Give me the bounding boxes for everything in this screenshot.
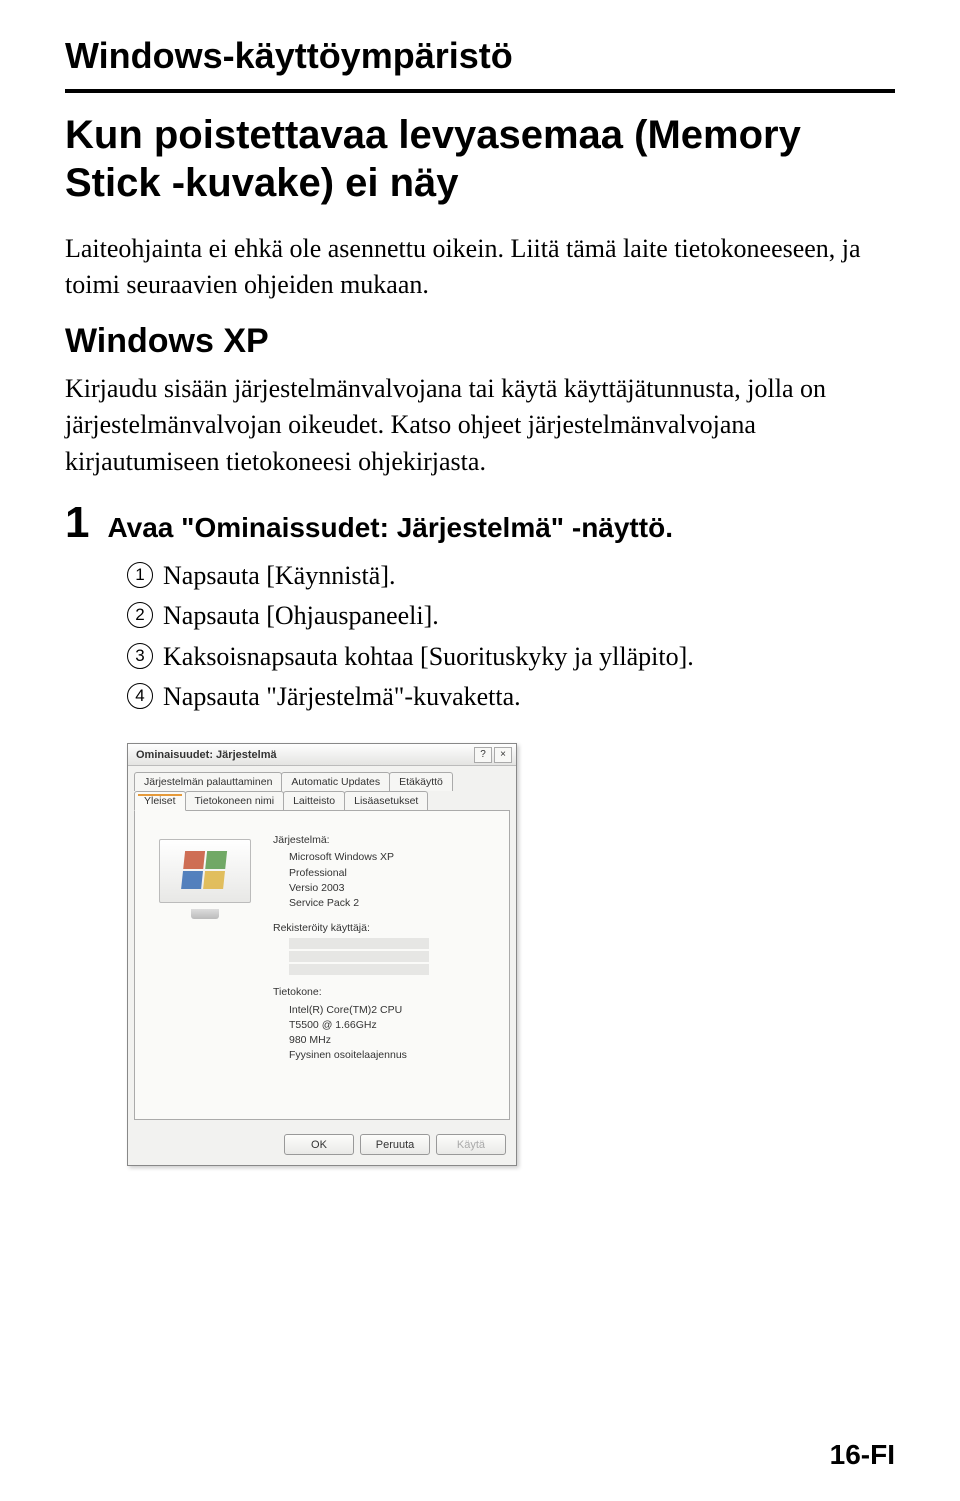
sub-item: Napsauta "Järjestelmä"-kuvaketta. xyxy=(163,677,521,717)
comp-label: Tietokone: xyxy=(273,985,493,1000)
tab-general[interactable]: Yleiset xyxy=(134,791,186,811)
tab-computer-name[interactable]: Tietokoneen nimi xyxy=(185,791,285,810)
circled-3: 3 xyxy=(127,643,153,669)
sys-line: Service Pack 2 xyxy=(289,896,493,911)
tabs-row-2: Yleiset Tietokoneen nimi Laitteisto Lisä… xyxy=(128,791,516,810)
dialog-title: Ominaisuudet: Järjestelmä xyxy=(136,749,472,761)
paragraph-1: Laiteohjainta ei ehkä ole asennettu oike… xyxy=(65,231,895,304)
redacted-line xyxy=(289,951,429,962)
page-title: Kun poistettavaa levyasemaa (Memory Stic… xyxy=(65,111,895,207)
sub-item: Napsauta [Ohjauspaneeli]. xyxy=(163,596,439,636)
tab-restore[interactable]: Järjestelmän palauttaminen xyxy=(134,772,282,791)
step-1: 1 Avaa "Ominaissudet: Järjestelmä" -näyt… xyxy=(65,498,895,548)
tabs-row-1: Järjestelmän palauttaminen Automatic Upd… xyxy=(128,766,516,791)
comp-line: Intel(R) Core(TM)2 CPU xyxy=(289,1003,493,1018)
circled-4: 4 xyxy=(127,683,153,709)
comp-line: Fyysinen osoitelaajennus xyxy=(289,1048,493,1063)
reg-label: Rekisteröity käyttäjä: xyxy=(273,921,493,936)
redacted-line xyxy=(289,964,429,975)
section-heading: Windows-käyttöympäristö xyxy=(65,35,895,77)
tab-hardware[interactable]: Laitteisto xyxy=(283,791,345,810)
redacted-line xyxy=(289,938,429,949)
apply-button[interactable]: Käytä xyxy=(436,1134,506,1155)
page-footer: 16-FI xyxy=(830,1439,895,1471)
paragraph-2: Kirjaudu sisään järjestelmänvalvojana ta… xyxy=(65,371,895,480)
tab-pane: Järjestelmä: Microsoft Windows XP Profes… xyxy=(134,810,510,1120)
sub-item: Napsauta [Käynnistä]. xyxy=(163,556,395,596)
tab-auto-updates[interactable]: Automatic Updates xyxy=(281,772,390,791)
step-sublist: 1 Napsauta [Käynnistä]. 2 Napsauta [Ohjaus… xyxy=(127,556,895,717)
sub-heading: Windows XP xyxy=(65,322,895,361)
system-label: Järjestelmä: xyxy=(273,833,493,848)
circled-1: 1 xyxy=(127,562,153,588)
comp-line: 980 MHz xyxy=(289,1033,493,1048)
step-number: 1 xyxy=(65,498,89,548)
titlebar: Ominaisuudet: Järjestelmä ? × xyxy=(128,744,516,766)
circled-2: 2 xyxy=(127,602,153,628)
tab-advanced[interactable]: Lisäasetukset xyxy=(344,791,428,810)
help-icon[interactable]: ? xyxy=(474,747,492,763)
sys-line: Professional xyxy=(289,866,493,881)
sys-line: Versio 2003 xyxy=(289,881,493,896)
dialog-buttons: OK Peruuta Käytä xyxy=(128,1126,516,1165)
sys-line: Microsoft Windows XP xyxy=(289,850,493,865)
rule xyxy=(65,89,895,93)
step-text: Avaa "Ominaissudet: Järjestelmä" -näyttö… xyxy=(107,512,672,544)
cancel-button[interactable]: Peruuta xyxy=(360,1134,430,1155)
system-properties-dialog: Ominaisuudet: Järjestelmä ? × Järjestelm… xyxy=(127,743,517,1166)
ok-button[interactable]: OK xyxy=(284,1134,354,1155)
dialog-screenshot: Ominaisuudet: Järjestelmä ? × Järjestelm… xyxy=(127,743,895,1166)
close-icon[interactable]: × xyxy=(494,747,512,763)
system-info: Järjestelmä: Microsoft Windows XP Profes… xyxy=(273,831,493,1063)
monitor-icon xyxy=(159,839,259,919)
comp-line: T5500 @ 1.66GHz xyxy=(289,1018,493,1033)
sub-item: Kaksoisnapsauta kohtaa [Suorituskyky ja … xyxy=(163,637,694,677)
tab-remote[interactable]: Etäkäyttö xyxy=(389,772,453,791)
windows-flag-icon xyxy=(181,851,229,891)
